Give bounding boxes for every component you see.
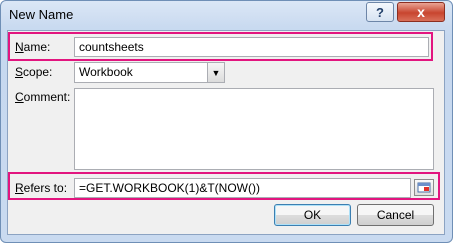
help-button[interactable]: ? — [366, 2, 394, 22]
collapse-dialog-icon — [417, 182, 431, 193]
name-label: Name: — [15, 40, 50, 54]
help-icon: ? — [376, 4, 384, 20]
refers-to-label-accel: R — [15, 181, 24, 195]
scope-select[interactable]: Workbook ▼ — [74, 62, 225, 83]
close-icon: x — [417, 4, 425, 20]
name-label-text: ame: — [23, 40, 51, 54]
refers-to-label-text: efers to: — [23, 181, 68, 195]
dialog-title: New Name — [9, 7, 74, 22]
cancel-button[interactable]: Cancel — [357, 204, 434, 226]
scope-label-text: cope: — [23, 65, 53, 79]
close-button[interactable]: x — [397, 2, 445, 22]
title-bar[interactable]: New Name ? x — [1, 1, 452, 31]
comment-label: Comment: — [15, 90, 70, 104]
refers-to-label: Refers to: — [15, 181, 67, 195]
refers-to-range-button[interactable] — [414, 179, 434, 196]
new-name-dialog: New Name ? x Name: countsheets Scope: Wo… — [0, 0, 453, 243]
comment-label-text: omment: — [23, 90, 71, 104]
comment-label-accel: C — [15, 90, 24, 104]
scope-label: Scope: — [15, 65, 52, 79]
scope-value: Workbook — [79, 65, 133, 79]
refers-to-input[interactable]: =GET.WORKBOOK(1)&T(NOW()) — [74, 178, 411, 198]
chevron-down-icon[interactable]: ▼ — [207, 63, 224, 82]
ok-button[interactable]: OK — [274, 204, 351, 226]
scope-label-accel: S — [15, 65, 24, 79]
name-label-accel: N — [15, 40, 24, 54]
name-input[interactable]: countsheets — [74, 37, 429, 57]
comment-textarea[interactable] — [74, 88, 434, 170]
